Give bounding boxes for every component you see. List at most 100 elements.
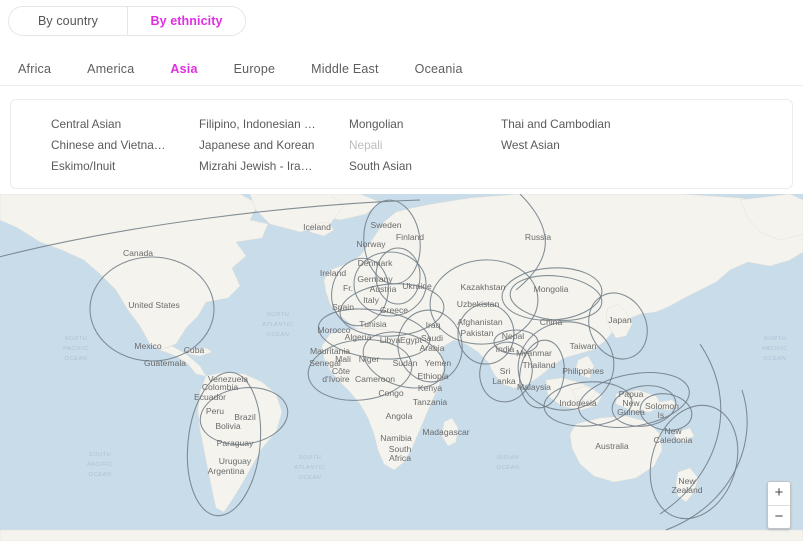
map-country-label: Pakistan [461,328,494,338]
map-country-label: Caledonia [654,435,693,445]
map-country-label: Ukraine [402,281,432,291]
tab-middle-east[interactable]: Middle East [311,62,379,76]
ethnicity-item[interactable]: Japanese and Korean [199,135,349,156]
map-zoom-controls: + − [767,481,791,529]
map-country-label: Saudi [421,333,443,343]
map-country-label: Is. [657,410,666,420]
map-country-label: Uzbekistan [457,299,500,309]
ethnicity-item[interactable]: Chinese and Vietna… [51,135,199,156]
map-country-label: Africa [389,453,411,463]
world-map[interactable]: NORTH PACIFIC OCEAN NORTH ATLANTIC OCEAN… [0,194,803,541]
ethnicity-item[interactable]: West Asian [501,135,701,156]
map-canvas: NORTH PACIFIC OCEAN NORTH ATLANTIC OCEAN… [0,194,803,541]
map-country-label: Sweden [370,220,401,230]
svg-text:SOUTH: SOUTH [299,455,322,461]
svg-text:PACIFIC: PACIFIC [87,462,113,468]
tab-asia[interactable]: Asia [170,62,197,76]
map-country-label: Libya [380,335,401,345]
map-country-label: Canada [123,248,153,258]
ethnicity-item-disabled: Nepali [349,138,383,152]
ethnicity-list-card: Central Asian Filipino, Indonesian … Mon… [10,99,793,189]
svg-text:PACIFIC: PACIFIC [762,346,788,352]
tab-america[interactable]: America [87,62,134,76]
svg-text:OCEAN: OCEAN [89,472,112,478]
ethnicity-item-empty [501,156,701,177]
toggle-by-ethnicity[interactable]: By ethnicity [127,7,245,35]
svg-text:OCEAN: OCEAN [764,356,787,362]
ethnicity-item[interactable]: Eskimo/Inuit [51,156,199,177]
map-country-label: Cameroon [355,374,395,384]
map-country-label: Austria [370,284,397,294]
map-country-label: Afghanistan [457,317,503,327]
map-country-label: Spain [332,302,354,312]
map-country-label: Thailand [523,360,556,370]
map-country-label: Iceland [303,222,331,232]
map-country-label: Iraq [426,320,441,330]
map-country-label: Philippines [562,366,604,376]
view-mode-toggle: By country By ethnicity [8,6,246,36]
map-country-label: Sri [500,366,511,376]
ethnicity-item[interactable]: Thai and Cambodian [501,114,701,135]
map-country-label: Italy [363,295,379,305]
svg-text:NORTH: NORTH [267,312,290,318]
map-country-label: Denmark [358,258,394,268]
svg-text:OCEAN: OCEAN [497,465,520,471]
map-country-label: Kenya [418,383,443,393]
zoom-out-button[interactable]: − [768,505,790,528]
map-country-label: Malaysia [517,382,551,392]
map-country-label: United States [128,300,180,310]
ethnicity-item[interactable]: Filipino, Indonesian … [199,114,349,135]
ethnicity-grid: Central Asian Filipino, Indonesian … Mon… [51,114,772,177]
map-country-label: Colombia [202,382,239,392]
map-country-label: Congo [378,388,404,398]
map-country-label: Namibia [380,433,412,443]
map-country-label: Russia [525,232,551,242]
svg-text:ATLANTIC: ATLANTIC [293,465,326,471]
svg-text:OCEAN: OCEAN [65,356,88,362]
map-country-label: Arabia [420,343,445,353]
map-country-label: Taiwan [570,341,597,351]
svg-text:SOUTH: SOUTH [89,452,112,458]
map-country-label: Tanzania [413,397,448,407]
ethnicity-map-app: By country By ethnicity Africa America A… [0,0,803,541]
map-country-label: Australia [595,441,629,451]
tab-europe[interactable]: Europe [234,62,276,76]
map-country-label: Indonesia [559,398,596,408]
map-country-label: Peru [206,406,224,416]
tab-oceania[interactable]: Oceania [415,62,463,76]
map-country-label: Guatemala [144,358,186,368]
svg-text:NORTH: NORTH [65,336,88,342]
segmented-control: By country By ethnicity [8,6,246,36]
map-country-label: Uruguay [219,456,252,466]
map-country-label: Nepal [502,331,525,341]
map-country-label: Cuba [184,345,205,355]
map-country-label: Yemen [425,358,452,368]
ethnicity-item[interactable]: Central Asian [51,114,199,135]
svg-text:INDIAN: INDIAN [497,455,520,461]
toggle-by-country[interactable]: By country [9,7,127,35]
map-country-label: Germany [357,274,393,284]
ethnicity-item[interactable]: Mongolian [349,114,501,135]
ethnicity-item[interactable]: South Asian [349,156,501,177]
map-country-label: Ireland [320,268,346,278]
zoom-in-button[interactable]: + [768,482,790,505]
map-country-label: Angola [386,411,413,421]
map-country-label: Norway [356,239,386,249]
map-country-label: d'Ivoire [322,374,350,384]
map-country-label: Tunisia [359,319,387,329]
svg-text:PACIFIC: PACIFIC [63,346,89,352]
map-country-label: Argentina [208,466,245,476]
ethnicity-item[interactable]: Mizrahi Jewish - Ira… [199,156,349,177]
svg-text:OCEAN: OCEAN [267,332,290,338]
map-country-label: Fr. [343,283,353,293]
region-tabs: Africa America Asia Europe Middle East O… [0,52,803,86]
svg-text:ATLANTIC: ATLANTIC [261,322,294,328]
map-country-label: Sudan [393,358,418,368]
map-country-label: Mongolia [534,284,569,294]
svg-text:OCEAN: OCEAN [299,475,322,481]
map-country-label: Myanmar [516,348,552,358]
map-country-label: India [496,344,515,354]
map-country-label: China [540,317,563,327]
map-country-label: Lanka [492,376,516,386]
tab-africa[interactable]: Africa [18,62,51,76]
